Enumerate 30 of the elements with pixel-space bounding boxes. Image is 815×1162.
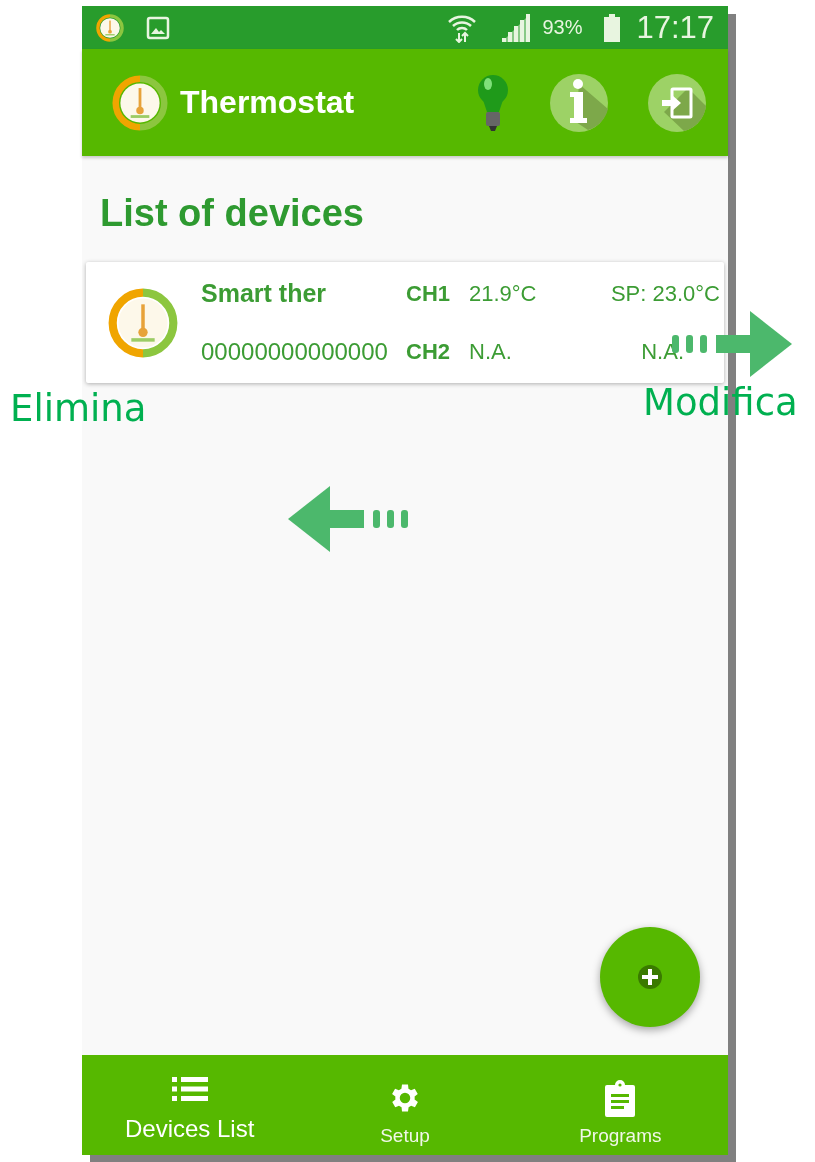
app-title: Thermostat xyxy=(180,84,356,121)
battery-percentage: 93% xyxy=(542,16,583,39)
add-button[interactable] xyxy=(600,927,700,1027)
thermostat-logo-icon xyxy=(108,287,178,358)
temperature-reading: 21.9°C xyxy=(469,280,538,307)
signal-icon xyxy=(500,13,531,42)
login-icon[interactable] xyxy=(648,73,706,132)
annotation-label: Elimina xyxy=(10,390,147,427)
lightbulb-icon[interactable] xyxy=(476,73,510,132)
device-serial: 00000000000000 xyxy=(201,337,389,366)
plus-icon xyxy=(637,964,663,990)
nav-tab[interactable]: Devices List xyxy=(114,1055,265,1155)
swipe-arrow-icon xyxy=(288,486,408,552)
nav-tab[interactable]: Setup xyxy=(370,1055,440,1161)
nav-tab[interactable]: Programs xyxy=(569,1055,672,1161)
status-time: 17:17 xyxy=(636,9,714,46)
clipboard-icon xyxy=(604,1078,637,1117)
temperature-reading: N.A. xyxy=(469,338,513,365)
channel-label: CH2 xyxy=(406,338,451,365)
page-heading: List of devices xyxy=(100,194,365,232)
setpoint-reading: SP: 23.0°C xyxy=(610,280,721,307)
annotation-label: Modifica xyxy=(643,384,798,421)
channel-label: CH1 xyxy=(406,280,451,307)
battery-icon xyxy=(604,13,621,42)
app-notification-icon xyxy=(96,13,124,42)
list-icon xyxy=(171,1076,208,1102)
info-icon[interactable] xyxy=(550,73,608,132)
image-icon xyxy=(146,15,170,40)
app-logo-icon xyxy=(112,74,168,131)
device-name: Smart ther xyxy=(201,279,328,308)
